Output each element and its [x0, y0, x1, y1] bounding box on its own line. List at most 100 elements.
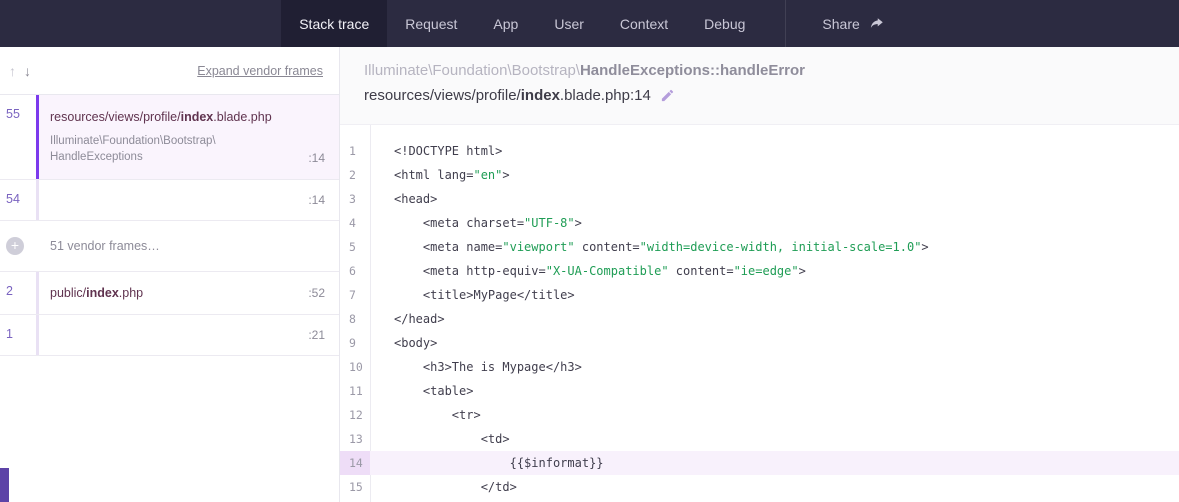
nav-tabs: Stack traceRequestAppUserContextDebug [281, 0, 763, 47]
code-line: 12 <tr> [340, 403, 1179, 427]
tab-request[interactable]: Request [387, 0, 475, 47]
line-code: <meta name="viewport" content="width=dev… [370, 235, 929, 259]
frame-class: Illuminate\Foundation\Bootstrap\ HandleE… [50, 133, 216, 165]
frame-file-path: resources/views/profile/index.blade.php [50, 110, 325, 124]
exception-class: Illuminate\Foundation\Bootstrap\HandleEx… [364, 62, 1155, 79]
line-number: 5 [340, 235, 370, 259]
line-number: 12 [340, 403, 370, 427]
up-arrow-icon[interactable]: ↑ [5, 63, 20, 79]
expand-vendor-frames-link[interactable]: Expand vendor frames [197, 64, 323, 78]
line-number: 2 [340, 163, 370, 187]
scrollbar-thumb[interactable] [0, 468, 9, 502]
line-code: <h3>The is Mypage</h3> [370, 355, 582, 379]
code-line: 13 <td> [340, 427, 1179, 451]
tab-user[interactable]: User [536, 0, 602, 47]
line-code: {{$informat}} [370, 451, 604, 475]
nav-divider [785, 0, 786, 47]
edit-file-icon[interactable] [660, 88, 675, 103]
line-number: 7 [340, 283, 370, 307]
line-code: <td> [370, 427, 510, 451]
line-code: <table> [370, 379, 473, 403]
code-line: 15 </td> [340, 475, 1179, 499]
line-number: 14 [340, 451, 370, 475]
tab-app[interactable]: App [475, 0, 536, 47]
share-icon [869, 16, 884, 31]
stack-frame[interactable]: 55 resources/views/profile/index.blade.p… [0, 95, 339, 180]
line-number: 9 [340, 331, 370, 355]
frame-number: 54 [0, 180, 36, 220]
exception-header: Illuminate\Foundation\Bootstrap\HandleEx… [340, 47, 1179, 125]
frame-class-name: HandleExceptions [50, 151, 143, 163]
line-code: <html lang="en"> [370, 163, 510, 187]
frame-number: 2 [0, 272, 36, 314]
line-number: 4 [340, 211, 370, 235]
line-code: <tr> [370, 403, 481, 427]
line-number: 3 [340, 187, 370, 211]
code-line: 10 <h3>The is Mypage</h3> [340, 355, 1179, 379]
frame-class-namespace: Illuminate\Foundation\Bootstrap\ [50, 135, 216, 147]
file-suffix: .blade.php [213, 110, 271, 124]
code-lines: 1<!DOCTYPE html>2<html lang="en">3<head>… [340, 139, 1179, 499]
file-basename: index [521, 87, 560, 104]
frame-line-number: :21 [308, 328, 325, 342]
exception-namespace: Illuminate\Foundation\Bootstrap\ [364, 62, 580, 79]
code-line: 1<!DOCTYPE html> [340, 139, 1179, 163]
line-code: <body> [370, 331, 437, 355]
frame-file-path: public/index.php [50, 286, 143, 300]
file-suffix: .php [119, 286, 143, 300]
line-code: <!DOCTYPE html> [370, 139, 502, 163]
file-basename: index [86, 286, 119, 300]
line-number: 15 [340, 475, 370, 499]
code-line: 5 <meta name="viewport" content="width=d… [340, 235, 1179, 259]
code-line: 9<body> [340, 331, 1179, 355]
file-basename: index [181, 110, 214, 124]
file-prefix: resources/views/profile/ [364, 87, 521, 104]
frame-line-number: :14 [308, 193, 325, 207]
main-panel: Illuminate\Foundation\Bootstrap\HandleEx… [340, 47, 1179, 502]
stack-frame[interactable]: 1 :21 [0, 315, 339, 356]
expand-plus-icon[interactable]: + [6, 237, 24, 255]
open-file-path: resources/views/profile/index.blade.php:… [364, 87, 1155, 104]
stack-frame[interactable]: 2 public/index.php :52 [0, 272, 339, 315]
line-number: 11 [340, 379, 370, 403]
line-number: 10 [340, 355, 370, 379]
tab-context[interactable]: Context [602, 0, 686, 47]
sidebar-header: ↑ ↓ Expand vendor frames [0, 47, 339, 95]
line-code: <meta charset="UTF-8"> [370, 211, 582, 235]
stack-trace-sidebar: ↑ ↓ Expand vendor frames 55 resources/vi… [0, 47, 340, 502]
code-line: 3<head> [340, 187, 1179, 211]
line-code: </td> [370, 475, 517, 499]
code-line: 11 <table> [340, 379, 1179, 403]
file-prefix: public/ [50, 286, 86, 300]
frame-number: 55 [0, 95, 36, 179]
frame-line-number: :14 [308, 151, 325, 165]
file-suffix: .blade.php:14 [560, 87, 651, 104]
line-number: 1 [340, 139, 370, 163]
code-line: 2<html lang="en"> [340, 163, 1179, 187]
line-code: <title>MyPage</title> [370, 283, 575, 307]
frame-line-number: :52 [308, 286, 325, 300]
frame-number: 1 [0, 315, 36, 355]
vendor-frames-row[interactable]: + 51 vendor frames… [0, 221, 339, 272]
line-code: <meta http-equiv="X-UA-Compatible" conte… [370, 259, 806, 283]
top-nav: Stack traceRequestAppUserContextDebug Sh… [0, 0, 1179, 47]
code-line: 14 {{$informat}} [340, 451, 1179, 475]
line-number: 6 [340, 259, 370, 283]
code-line: 6 <meta http-equiv="X-UA-Compatible" con… [340, 259, 1179, 283]
vendor-frames-label: 51 vendor frames… [50, 239, 160, 253]
line-code: <head> [370, 187, 437, 211]
tab-stack-trace[interactable]: Stack trace [281, 0, 387, 47]
line-code: </head> [370, 307, 445, 331]
down-arrow-icon[interactable]: ↓ [20, 63, 35, 79]
code-viewer: 1<!DOCTYPE html>2<html lang="en">3<head>… [340, 125, 1179, 502]
line-number: 8 [340, 307, 370, 331]
tab-debug[interactable]: Debug [686, 0, 763, 47]
stack-frame[interactable]: 54 :14 [0, 180, 339, 221]
exception-method: HandleExceptions::handleError [580, 62, 805, 79]
code-line: 4 <meta charset="UTF-8"> [340, 211, 1179, 235]
line-number: 13 [340, 427, 370, 451]
share-label: Share [822, 16, 859, 32]
share-button[interactable]: Share [808, 0, 897, 47]
code-line: 8</head> [340, 307, 1179, 331]
file-prefix: resources/views/profile/ [50, 110, 181, 124]
